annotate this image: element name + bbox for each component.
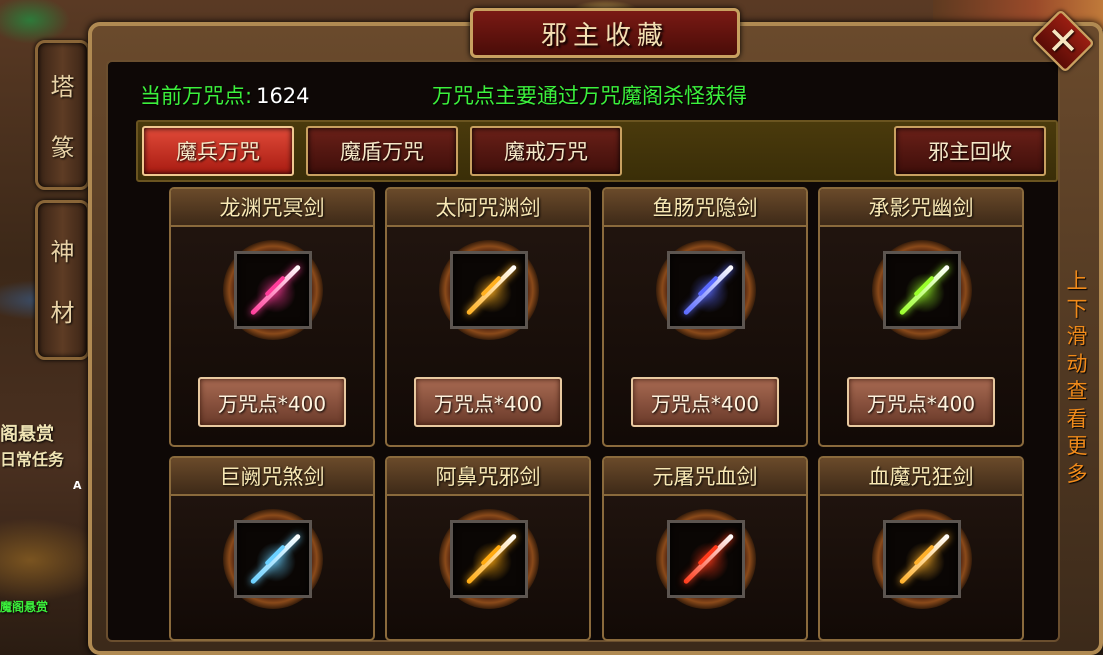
item-card[interactable]: 阿鼻咒邪剑 (385, 456, 591, 641)
recycle-button[interactable]: 邪主回收 (894, 126, 1046, 176)
item-name: 鱼肠咒隐剑 (652, 196, 758, 220)
side-tab-tazhuan[interactable]: 塔 篆 (35, 40, 90, 190)
item-card-header: 血魔咒狂剑 (820, 458, 1022, 496)
sword-icon-orange[interactable] (883, 520, 961, 598)
item-card-header: 元屠咒血剑 (604, 458, 806, 496)
scroll-hint: 上下滑动查看更多 (1062, 268, 1092, 488)
side-tab-char: 篆 (50, 134, 75, 162)
points-hint: 万咒点主要通过万咒魔阁杀怪获得 (432, 84, 747, 108)
item-card-header: 阿鼻咒邪剑 (387, 458, 589, 496)
side-tab-char: 塔 (50, 73, 75, 101)
item-card-header: 鱼肠咒隐剑 (604, 189, 806, 227)
sword-icon-red[interactable] (667, 520, 745, 598)
item-card[interactable]: 元屠咒血剑 (602, 456, 808, 641)
item-name: 元屠咒血剑 (652, 465, 758, 489)
tab-shield[interactable]: 魔盾万咒 (306, 126, 458, 176)
item-card-header: 龙渊咒冥剑 (171, 189, 373, 227)
side-tab-char: 材 (50, 299, 75, 327)
sword-icon-gold[interactable] (450, 251, 528, 329)
scroll-hint-char: 看 (1066, 406, 1088, 431)
sword-icon-amber[interactable] (450, 520, 528, 598)
side-tab-shencai[interactable]: 神 材 (35, 200, 90, 360)
scroll-hint-char: 上 (1066, 269, 1088, 293)
item-card[interactable]: 巨阙咒煞剑 (169, 456, 375, 641)
points-label: 当前万咒点: (140, 84, 253, 108)
quest-tracker-footer[interactable]: 魔阁悬赏 (0, 598, 48, 615)
tab-weapon[interactable]: 魔兵万咒 (142, 126, 294, 176)
item-card-header: 承影咒幽剑 (820, 189, 1022, 227)
item-card-header: 太阿咒渊剑 (387, 189, 589, 227)
quest-tracker-subtitle[interactable]: 日常任务 (0, 446, 64, 470)
item-name: 阿鼻咒邪剑 (435, 465, 541, 489)
points-value: 1624 (256, 84, 310, 108)
close-icon[interactable]: ✕ (1032, 14, 1094, 68)
compass-west: A (73, 479, 82, 492)
item-name: 太阿咒渊剑 (435, 196, 541, 220)
exchange-button[interactable]: 万咒点*400 (631, 377, 779, 427)
item-card-header: 巨阙咒煞剑 (171, 458, 373, 496)
sword-icon-green[interactable] (883, 251, 961, 329)
item-name: 血魔咒狂剑 (868, 465, 974, 489)
tab-ring[interactable]: 魔戒万咒 (470, 126, 622, 176)
exchange-button[interactable]: 万咒点*400 (847, 377, 995, 427)
item-card[interactable]: 龙渊咒冥剑万咒点*400 (169, 187, 375, 447)
scroll-hint-char: 查 (1066, 379, 1088, 403)
scroll-hint-char: 多 (1066, 461, 1088, 486)
quest-tracker-title[interactable]: 阁悬赏 (0, 420, 54, 446)
sword-icon-blue[interactable] (667, 251, 745, 329)
item-card[interactable]: 血魔咒狂剑 (818, 456, 1024, 641)
item-name: 巨阙咒煞剑 (219, 465, 325, 489)
scroll-hint-char: 更 (1066, 434, 1088, 458)
scroll-hint-char: 动 (1066, 351, 1088, 376)
exchange-button[interactable]: 万咒点*400 (414, 377, 562, 427)
sword-icon-pink[interactable] (234, 251, 312, 329)
window-title: 邪主收藏 (540, 20, 669, 51)
side-tab-char: 神 (50, 238, 75, 266)
item-card[interactable]: 鱼肠咒隐剑万咒点*400 (602, 187, 808, 447)
window-title-plate: 邪主收藏 (470, 8, 740, 58)
item-name: 龙渊咒冥剑 (219, 196, 325, 220)
scroll-hint-char: 滑 (1066, 324, 1088, 348)
scroll-hint-char: 下 (1066, 296, 1088, 321)
item-name: 承影咒幽剑 (868, 196, 974, 220)
sword-icon-ice[interactable] (234, 520, 312, 598)
item-card[interactable]: 承影咒幽剑万咒点*400 (818, 187, 1024, 447)
current-points: 当前万咒点: 1624 (140, 80, 310, 110)
item-card[interactable]: 太阿咒渊剑万咒点*400 (385, 187, 591, 447)
exchange-button[interactable]: 万咒点*400 (198, 377, 346, 427)
